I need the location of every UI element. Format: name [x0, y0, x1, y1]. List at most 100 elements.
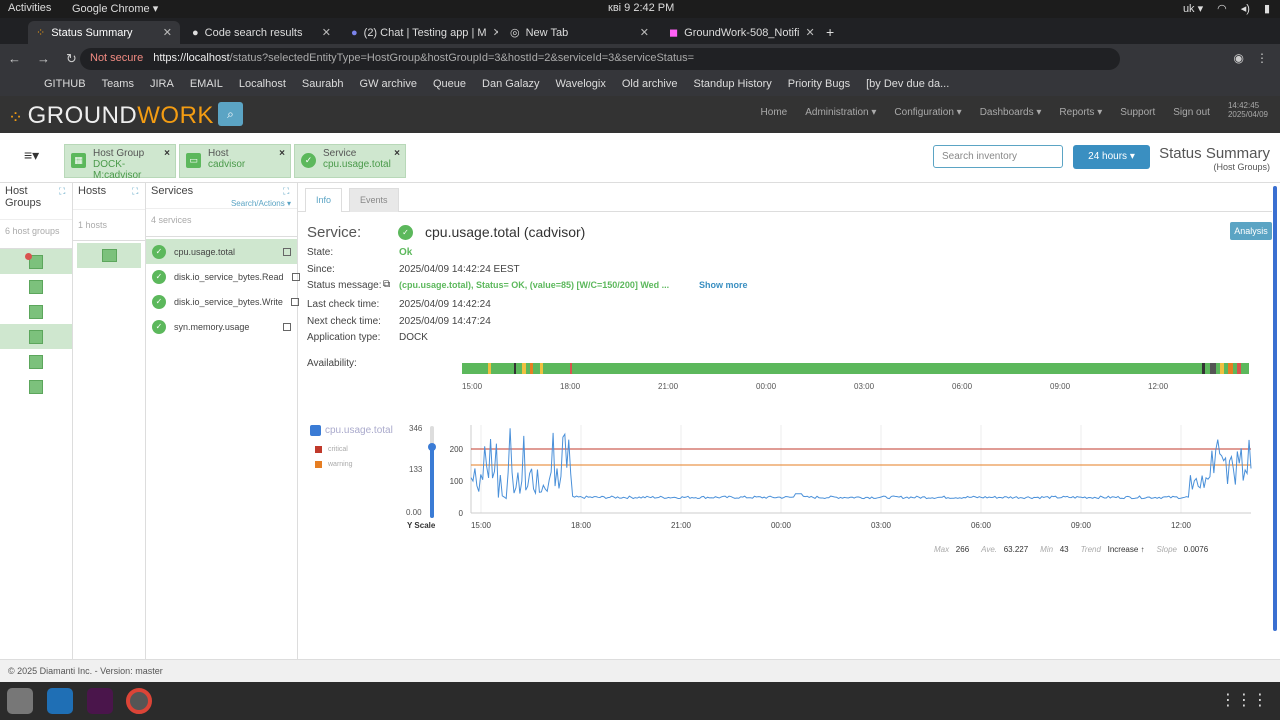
lang-indicator[interactable]: uk ▾: [1183, 2, 1203, 15]
menu-sign-out[interactable]: Sign out: [1173, 107, 1210, 119]
menu-administration[interactable]: Administration ▾: [805, 107, 876, 119]
y-scale-control[interactable]: 346 133 0.00 Y Scale: [394, 424, 436, 534]
service-item[interactable]: ✓ disk.io_service_bytes.Write: [146, 289, 299, 314]
search-actions-dropdown[interactable]: Search/Actions ▾: [146, 199, 297, 208]
app-grid-icon[interactable]: ⋮⋮⋮: [1220, 690, 1268, 710]
service-item[interactable]: ✓ syn.memory.usage: [146, 314, 297, 339]
back-icon[interactable]: ←: [8, 51, 21, 67]
files-icon[interactable]: [7, 688, 33, 714]
clock[interactable]: квi 9 2:42 PM: [608, 2, 674, 14]
expand-icon[interactable]: ⛶: [132, 186, 138, 197]
bookmark-old-archive[interactable]: Old archive: [622, 78, 678, 92]
bookmark-localhost[interactable]: Localhost: [239, 78, 286, 92]
bookmark-dan-galazy[interactable]: Dan Galazy: [482, 78, 539, 92]
crumb-close-icon[interactable]: ×: [164, 148, 170, 159]
tab-close-icon[interactable]: ✕: [163, 26, 172, 39]
url-field[interactable]: Not secure https://localhost/status?selec…: [80, 48, 1120, 70]
not-secure-badge[interactable]: Not secure: [90, 52, 143, 64]
search-button[interactable]: ⌕: [218, 102, 243, 126]
check-icon: ✓: [152, 269, 166, 284]
bookmark-saurabh[interactable]: Saurabh: [302, 78, 344, 92]
time-range-dropdown[interactable]: 24 hours ▾: [1073, 145, 1150, 169]
groundwork-logo[interactable]: ⁘ GROUNDWORK: [8, 102, 214, 130]
bookmark-queue[interactable]: Queue: [433, 78, 466, 92]
crumb-host[interactable]: ▭ Host cadvisor ×: [179, 144, 291, 178]
availability-tick: 18:00: [560, 382, 581, 391]
crumb-value: cadvisor: [208, 159, 246, 170]
tab-groundwork[interactable]: ◼ GroundWork-508_Notifi ✕: [661, 21, 816, 44]
bookmark-by-dev[interactable]: [by Dev due da...: [866, 78, 949, 92]
hostgroup-item[interactable]: [0, 349, 72, 374]
hostgroup-item[interactable]: [0, 274, 72, 299]
crumb-value: cpu.usage.total: [323, 159, 391, 170]
service-item[interactable]: ✓ disk.io_service_bytes.Read: [146, 264, 300, 289]
bookmark-jira[interactable]: JIRA: [150, 78, 174, 92]
show-more-link[interactable]: Show more: [699, 280, 748, 290]
crumb-service[interactable]: ✓ Service cpu.usage.total ×: [294, 144, 406, 178]
hostgroup-item[interactable]: [0, 299, 72, 324]
availability-bar[interactable]: [462, 363, 1249, 374]
new-tab-button[interactable]: +: [826, 24, 834, 40]
menu-reports[interactable]: Reports ▾: [1059, 107, 1102, 119]
expand-icon[interactable]: ⛶: [59, 186, 65, 197]
hostgroup-item[interactable]: [0, 324, 72, 349]
menu-dashboards[interactable]: Dashboards ▾: [980, 107, 1042, 119]
service-item[interactable]: ✓ cpu.usage.total: [146, 239, 297, 264]
tab-new-tab[interactable]: ◎ New Tab ✕: [502, 21, 657, 44]
volume-icon[interactable]: ◂): [1241, 2, 1250, 15]
bookmark-priority-bugs[interactable]: Priority Bugs: [788, 78, 850, 92]
reload-icon[interactable]: ↻: [66, 51, 77, 67]
next-check-value: 2025/04/09 14:47:24: [399, 316, 491, 327]
tab-status-summary[interactable]: ⁘ Status Summary ✕: [28, 21, 180, 44]
hostgroup-item[interactable]: [0, 249, 72, 274]
bookmark-gw-archive[interactable]: GW archive: [360, 78, 417, 92]
bookmark-email[interactable]: EMAIL: [190, 78, 223, 92]
forward-icon[interactable]: →: [37, 51, 50, 67]
chrome-taskbar-icon[interactable]: [126, 688, 152, 714]
tab-events[interactable]: Events: [349, 188, 399, 212]
bookmark-standup-history[interactable]: Standup History: [693, 78, 771, 92]
host-item[interactable]: [77, 243, 141, 268]
hamburger-icon[interactable]: ≡▾: [24, 147, 39, 164]
menu-configuration[interactable]: Configuration ▾: [894, 107, 961, 119]
crumb-close-icon[interactable]: ×: [279, 148, 285, 159]
tab-code-search[interactable]: ● Code search results ✕: [184, 21, 339, 44]
bookmark-wavelogix[interactable]: Wavelogix: [556, 78, 606, 92]
service-checkbox[interactable]: [283, 247, 291, 256]
slack-icon[interactable]: [87, 688, 113, 714]
tab-close-icon[interactable]: ✕: [322, 26, 331, 39]
search-inventory-input[interactable]: Search inventory: [933, 145, 1063, 168]
tab-close-icon[interactable]: ✕: [806, 26, 815, 39]
crumb-host-group[interactable]: ▦ Host Group DOCK-M:cadvisor ×: [64, 144, 176, 181]
hostgroup-item[interactable]: [0, 374, 72, 399]
tab-label: New Tab: [525, 26, 569, 39]
copy-icon[interactable]: ⧉: [383, 279, 390, 290]
menu-support[interactable]: Support: [1120, 107, 1155, 119]
tab-close-icon[interactable]: ✕: [493, 26, 498, 39]
x-tick-label: 09:00: [1071, 521, 1092, 529]
bookmark-github[interactable]: GITHUB: [44, 78, 86, 92]
battery-icon[interactable]: ▮: [1264, 2, 1270, 15]
app-menu[interactable]: Google Chrome ▾: [72, 2, 158, 15]
tab-chat[interactable]: ● (2) Chat | Testing app | M ✕: [343, 21, 498, 44]
wifi-icon[interactable]: ◠: [1217, 2, 1227, 15]
bookmark-teams[interactable]: Teams: [102, 78, 134, 92]
cpu-chart[interactable]: 15:00 18:00 21:00 00:00 03:00 06:00 09:00 12:00…: [438, 419, 1258, 529]
menu-home[interactable]: Home: [761, 107, 788, 119]
yscale-handle[interactable]: [428, 443, 436, 451]
vertical-scrollbar[interactable]: [1273, 186, 1277, 631]
menu-kebab-icon[interactable]: ⋮: [1256, 51, 1268, 65]
next-check-label: Next check time:: [307, 316, 381, 327]
legend-series[interactable]: cpu.usage.total: [310, 425, 393, 436]
vscode-icon[interactable]: [47, 688, 73, 714]
service-checkbox[interactable]: [283, 322, 291, 331]
tab-info[interactable]: Info: [305, 188, 343, 212]
activities-button[interactable]: Activities: [8, 2, 51, 14]
tab-close-icon[interactable]: ✕: [640, 26, 649, 39]
crumb-close-icon[interactable]: ×: [394, 148, 400, 159]
stat-max: Max 266: [934, 545, 969, 554]
stat-key: Min: [1040, 545, 1054, 554]
analysis-button[interactable]: Analysis: [1230, 222, 1272, 240]
profile-avatar[interactable]: ◉: [1234, 51, 1244, 65]
expand-icon[interactable]: ⛶: [283, 186, 289, 197]
